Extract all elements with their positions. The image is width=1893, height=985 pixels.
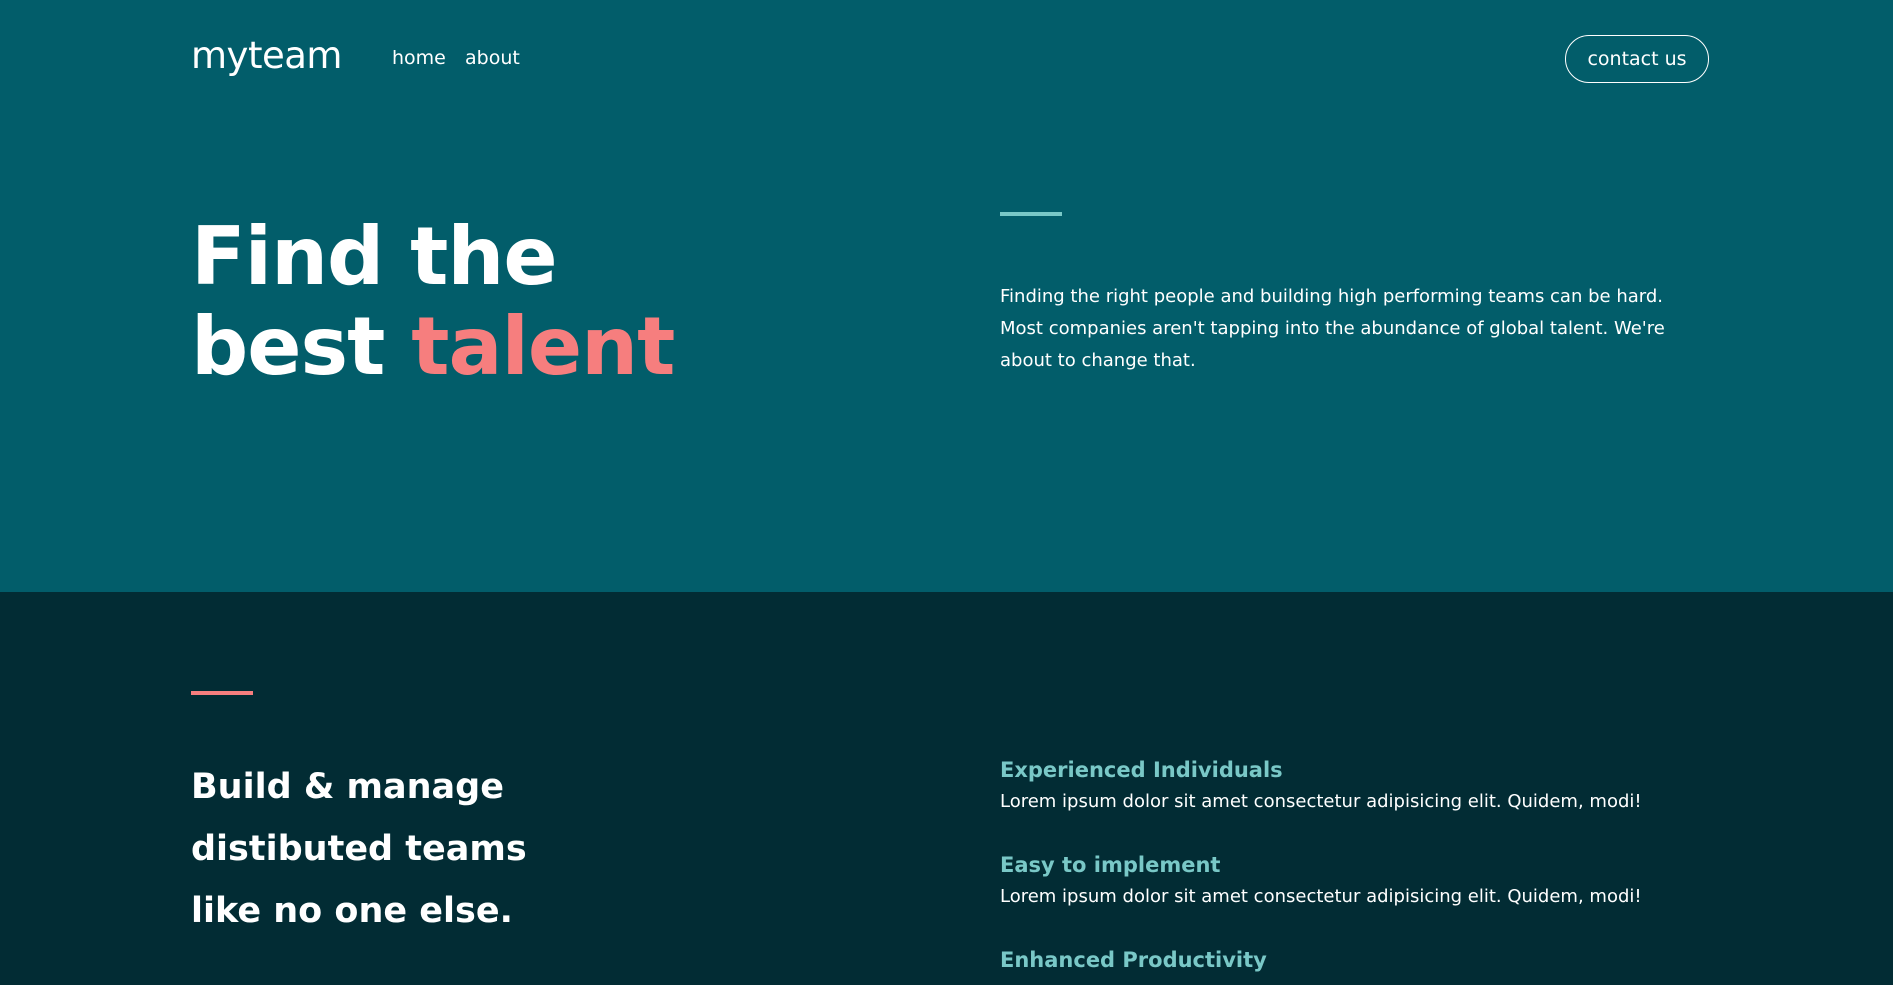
hero-divider [1000,212,1062,216]
section-title-line1: Build & manage [191,767,504,807]
feature-description: Lorem ipsum dolor sit amet consectetur a… [1000,886,1642,907]
hero-title-line2: best [191,300,385,393]
feature-title: Enhanced Productivity [1000,948,1267,972]
hero-description: Finding the right people and building hi… [1000,286,1665,371]
hero-title-line1: Find the [191,210,558,303]
feature-title: Experienced Individuals [1000,758,1283,782]
hero-section: myteam home about contact us Find the be… [0,0,1893,592]
hero-title-accent: talent [411,300,675,393]
contact-us-button[interactable]: contact us [1565,35,1709,83]
site-logo[interactable]: myteam [191,34,342,77]
hero-title: Find the best talent [191,210,675,393]
feature-item: Easy to implement Lorem ipsum dolor sit … [1000,851,1720,909]
feature-description: Lorem ipsum dolor sit amet consectetur a… [1000,791,1642,812]
section-title: Build & manage distibuted teams like no … [191,756,711,942]
section-title-line3: like no one else. [191,891,513,931]
feature-item: Experienced Individuals Lorem ipsum dolo… [1000,756,1720,814]
section-divider [191,691,253,695]
nav-link-about[interactable]: about [465,47,520,69]
section-title-line2: distibuted teams [191,829,527,869]
nav-link-home[interactable]: home [392,47,446,69]
feature-title: Easy to implement [1000,853,1221,877]
feature-item: Enhanced Productivity [1000,946,1720,974]
